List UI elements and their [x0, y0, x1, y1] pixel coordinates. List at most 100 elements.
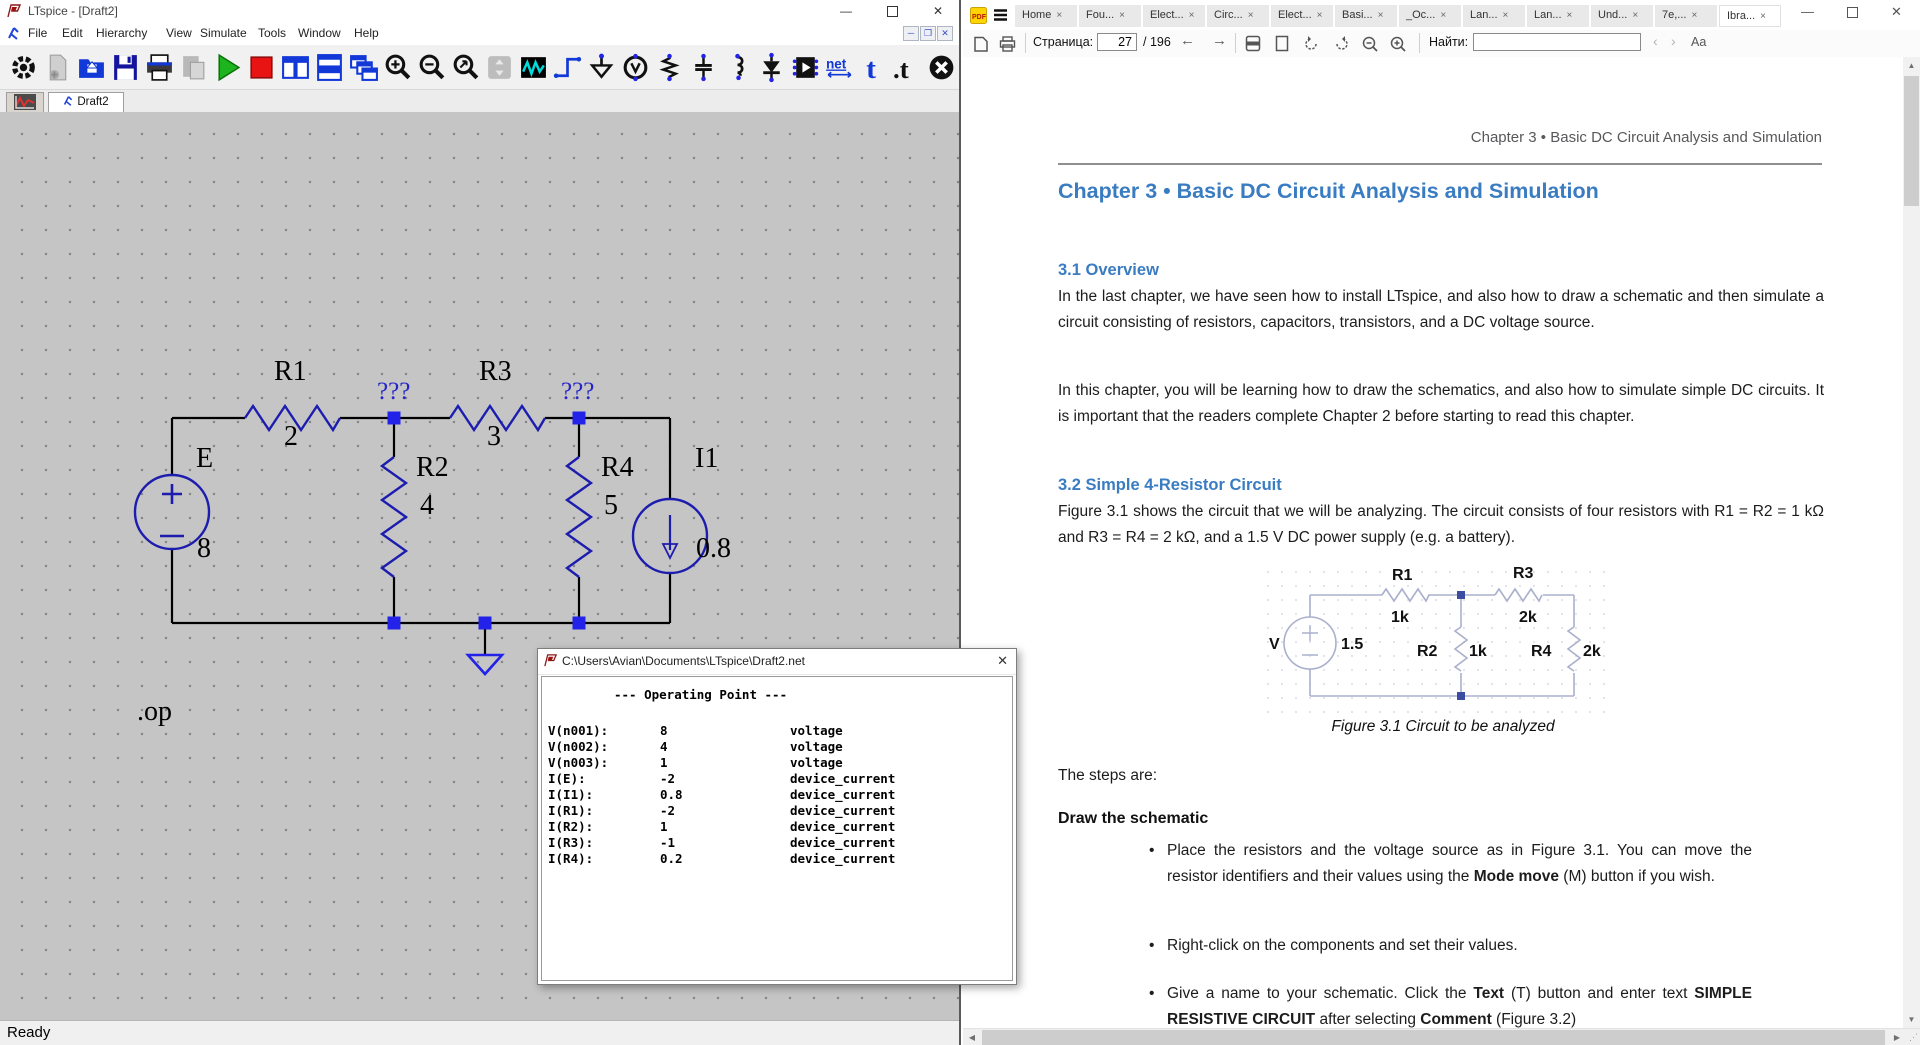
value-e[interactable]: 8 — [197, 533, 211, 564]
value-i1[interactable]: 0.8 — [696, 533, 731, 564]
tab-close-icon[interactable]: × — [1567, 10, 1573, 21]
control-panel-icon[interactable] — [8, 52, 39, 83]
vertical-scrollbar[interactable]: ▲ ▼ — [1903, 57, 1920, 1028]
label-r1[interactable]: R1 — [274, 356, 307, 387]
find-input[interactable] — [1473, 33, 1641, 51]
close-icon[interactable]: ✕ — [915, 0, 961, 22]
tab-oc[interactable]: _Oc...× — [1399, 5, 1461, 27]
print-icon[interactable] — [999, 36, 1016, 52]
tab-close-icon[interactable]: × — [1378, 10, 1384, 21]
menu-file[interactable]: File — [28, 26, 47, 40]
menu-hierarchy[interactable]: Hierarchy — [96, 26, 147, 40]
tab-close-icon[interactable]: × — [1760, 11, 1766, 22]
zoom-out-icon[interactable] — [416, 52, 447, 83]
close-icon[interactable]: ✕ — [1891, 4, 1902, 20]
horizontal-scrollbar[interactable]: ◀ ▶ ⋰ — [963, 1028, 1920, 1045]
prev-page-icon[interactable]: ← — [1180, 32, 1195, 49]
tab-home[interactable]: Home× — [1015, 5, 1077, 27]
value-r3[interactable]: 3 — [487, 421, 501, 452]
paste-icon[interactable] — [178, 52, 209, 83]
tab-ibra-active[interactable]: Ibra...× — [1719, 5, 1781, 27]
zoom-extents-icon[interactable] — [450, 52, 481, 83]
tab-close-icon[interactable]: × — [1119, 10, 1125, 21]
mdi-restore-icon[interactable]: ❐ — [920, 26, 936, 41]
menu-edit[interactable]: Edit — [62, 26, 83, 40]
scroll-up-icon[interactable]: ▲ — [1903, 61, 1920, 70]
open-file-icon[interactable] — [973, 36, 989, 52]
tab-close-icon[interactable]: × — [1056, 10, 1062, 21]
scroll-down-icon[interactable]: ▼ — [1903, 1015, 1920, 1024]
tab-elect1[interactable]: Elect...× — [1143, 5, 1205, 27]
operating-point-dialog[interactable]: C:\Users\Avian\Documents\LTspice\Draft2.… — [537, 648, 1017, 985]
value-r2[interactable]: 4 — [420, 490, 434, 521]
scroll-left-icon[interactable]: ◀ — [965, 1033, 979, 1042]
menu-tools[interactable]: Tools — [258, 26, 286, 40]
menu-window[interactable]: Window — [298, 26, 341, 40]
mdi-minimize-icon[interactable]: ─ — [903, 26, 919, 41]
maximize-icon[interactable] — [1847, 4, 1858, 19]
op-dialog-titlebar[interactable]: C:\Users\Avian\Documents\LTspice\Draft2.… — [538, 649, 1016, 675]
single-page-icon[interactable] — [1275, 35, 1289, 52]
resize-grip[interactable]: ⋰ — [1909, 1032, 1918, 1043]
spice-directive-icon[interactable]: .t — [892, 52, 923, 83]
halt-icon[interactable] — [246, 52, 277, 83]
rotate-left-icon[interactable] — [1303, 35, 1320, 52]
print-icon[interactable] — [144, 52, 175, 83]
scroll-right-icon[interactable]: ▶ — [1890, 1033, 1904, 1042]
menu-view[interactable]: View — [166, 26, 192, 40]
run-icon[interactable] — [212, 52, 243, 83]
tab-close-icon[interactable]: × — [1691, 10, 1697, 21]
capacitor-icon[interactable] — [688, 52, 719, 83]
node1-label[interactable]: ??? — [377, 378, 410, 405]
zoom-out-icon[interactable] — [1361, 35, 1379, 53]
minimize-icon[interactable]: — — [1801, 4, 1814, 19]
tab-draft2[interactable]: Draft2 — [48, 92, 124, 112]
minimize-icon[interactable]: — — [823, 0, 869, 22]
component-icon[interactable] — [790, 52, 821, 83]
label-i1[interactable]: I1 — [695, 443, 718, 474]
inductor-icon[interactable] — [722, 52, 753, 83]
label-e[interactable]: E — [196, 443, 213, 474]
value-r4[interactable]: 5 — [604, 490, 618, 521]
waveform-viewer-icon[interactable] — [518, 52, 549, 83]
tab-lan1[interactable]: Lan...× — [1463, 5, 1525, 27]
scrollbar-thumb[interactable] — [982, 1030, 1885, 1045]
tab-close-icon[interactable]: × — [1440, 10, 1446, 21]
label-r3[interactable]: R3 — [479, 356, 512, 387]
pan-icon[interactable] — [484, 52, 515, 83]
tab-circ[interactable]: Circ...× — [1207, 5, 1269, 27]
cut-icon[interactable] — [926, 52, 957, 83]
cascade-icon[interactable] — [348, 52, 379, 83]
net-label-icon[interactable]: net — [824, 52, 855, 83]
tab-basi[interactable]: Basi...× — [1335, 5, 1397, 27]
tab-waveform[interactable] — [6, 92, 44, 112]
tab-close-icon[interactable]: × — [1503, 10, 1509, 21]
tab-close-icon[interactable]: × — [1248, 10, 1254, 21]
zoom-in-icon[interactable] — [382, 52, 413, 83]
tab-7e[interactable]: 7e,...× — [1655, 5, 1717, 27]
tile-horizontal-icon[interactable] — [314, 52, 345, 83]
tab-close-icon[interactable]: × — [1317, 10, 1323, 21]
spice-directive-text[interactable]: .op — [137, 696, 172, 727]
mdi-close-icon[interactable]: ✕ — [937, 26, 953, 41]
label-r4[interactable]: R4 — [601, 452, 634, 483]
find-prev-icon[interactable]: ‹ — [1653, 33, 1658, 49]
close-icon[interactable]: ✕ — [997, 653, 1008, 669]
diode-icon[interactable] — [756, 52, 787, 83]
zoom-in-icon[interactable] — [1389, 35, 1407, 53]
value-r1[interactable]: 2 — [284, 421, 298, 452]
ground-icon[interactable] — [586, 52, 617, 83]
scrollbar-thumb[interactable] — [1904, 76, 1919, 206]
voltage-source-icon[interactable] — [620, 52, 651, 83]
text-tool-icon[interactable]: t — [858, 52, 889, 83]
facing-pages-icon[interactable] — [1245, 35, 1261, 52]
next-page-icon[interactable]: → — [1212, 32, 1227, 49]
pdf-page[interactable]: Chapter 3 • Basic DC Circuit Analysis an… — [963, 57, 1903, 1028]
find-next-icon[interactable]: › — [1671, 33, 1676, 49]
tab-close-icon[interactable]: × — [1632, 10, 1638, 21]
node2-label[interactable]: ??? — [561, 378, 594, 405]
tab-fou[interactable]: Fou...× — [1079, 5, 1141, 27]
tab-elect2[interactable]: Elect...× — [1271, 5, 1333, 27]
menu-simulate[interactable]: Simulate — [200, 26, 247, 40]
label-r2[interactable]: R2 — [416, 452, 449, 483]
